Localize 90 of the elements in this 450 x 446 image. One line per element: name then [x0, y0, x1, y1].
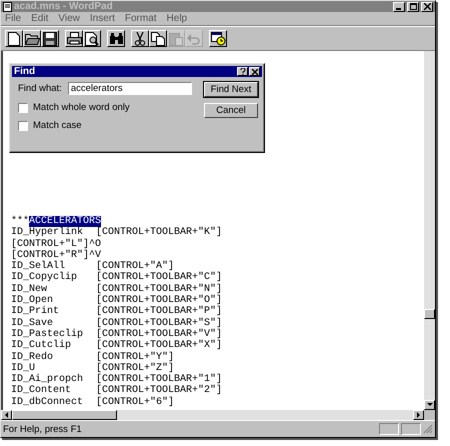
new-button[interactable]: [5, 30, 23, 47]
minimize-button[interactable]: [393, 2, 405, 12]
command-id: ID_Cutclip: [11, 340, 72, 352]
command-id: ID_Ai_propch: [11, 374, 84, 386]
command-id: ID_Redo: [11, 352, 54, 363]
menu-item[interactable]: Format: [124, 13, 157, 24]
maximize-icon: [410, 3, 416, 10]
save-button[interactable]: [41, 30, 59, 47]
key-binding: [CONTROL+TOOLBAR+"O"]: [96, 295, 222, 306]
vertical-scrollbar[interactable]: [424, 51, 435, 410]
command-id: ID_U: [11, 362, 36, 374]
command-id: ID_Hyperlink: [11, 227, 84, 238]
page-magnifier-icon: [85, 32, 99, 46]
horizontal-scrollbar[interactable]: [1, 410, 424, 420]
key-binding: [CONTROL+TOOLBAR+"N"]: [96, 284, 222, 295]
command-id: ID_SelAll: [11, 261, 66, 272]
find-what-label: Find what:: [18, 83, 62, 94]
close-icon: [424, 3, 430, 10]
copy-button[interactable]: [149, 30, 167, 47]
checkbox[interactable]: [18, 102, 28, 112]
clipboard-icon: [169, 32, 183, 46]
document-line: ***ACCELERATORS: [11, 216, 102, 227]
cut-button[interactable]: [131, 30, 149, 47]
menu-item[interactable]: File: [5, 13, 22, 24]
blank-page-icon: [8, 32, 20, 46]
key-binding: [CONTROL+"A"]: [96, 261, 174, 272]
document-line: [CONTROL+"R"]^V: [11, 250, 102, 261]
status-panel: [379, 423, 399, 435]
scroll-right-button[interactable]: [413, 410, 424, 420]
key-binding: [CONTROL+"6"]: [96, 396, 174, 408]
key-binding: [CONTROL+"Y"]: [96, 352, 174, 363]
maximize-button[interactable]: [407, 2, 419, 12]
status-text: For Help, press F1: [3, 424, 82, 434]
calendar-clock-icon: [210, 32, 226, 46]
preview-button[interactable]: [83, 30, 101, 47]
scissors-icon: [134, 32, 146, 46]
scroll-left-button[interactable]: [1, 410, 12, 420]
dialog-title: Find: [14, 66, 36, 77]
command-id: ID_Copyclip: [11, 272, 78, 284]
checkbox[interactable]: [18, 120, 28, 130]
find-what-field[interactable]: accelerators: [68, 82, 192, 95]
menu-item[interactable]: Edit: [31, 13, 48, 24]
binoculars-icon: [108, 32, 124, 44]
right-arrow-icon: [416, 412, 420, 418]
menu-item[interactable]: View: [58, 13, 80, 24]
key-binding: [CONTROL+TOOLBAR+"2"]: [96, 385, 222, 396]
close-button[interactable]: [249, 67, 260, 76]
key-binding: [CONTROL+TOOLBAR+"S"]: [96, 318, 222, 329]
scroll-down-button[interactable]: [424, 400, 435, 410]
command-id: ID_dbConnect: [11, 396, 84, 408]
curved-arrow-icon: [187, 32, 201, 44]
command-id: ID_Open: [11, 295, 54, 306]
command-id: ID_Save: [11, 318, 54, 329]
folder-icon: [24, 32, 40, 45]
key-binding: [CONTROL+TOOLBAR+"C"]: [96, 272, 222, 284]
resize-grip-icon: [423, 424, 433, 434]
document-line: [CONTROL+"L"]^O: [11, 238, 102, 250]
command-id: ID_New: [11, 284, 48, 295]
down-arrow-icon: [426, 403, 432, 407]
key-binding: [CONTROL+"Z"]: [96, 362, 174, 374]
key-binding: [CONTROL+TOOLBAR+"P"]: [96, 306, 222, 318]
checkbox-label: Match case: [33, 120, 82, 131]
checkbox-label: Match whole word only: [33, 102, 130, 113]
datetime-button[interactable]: [209, 30, 227, 47]
menu-item[interactable]: Help: [166, 13, 188, 24]
close-icon: [252, 68, 258, 74]
left-arrow-icon: [4, 412, 8, 418]
command-id: ID_Print: [11, 306, 60, 318]
printer-icon: [66, 32, 82, 45]
copy-pages-icon: [151, 32, 165, 46]
status-panel: [401, 423, 421, 435]
scroll-thumb[interactable]: [12, 410, 117, 420]
key-binding: [CONTROL+TOOLBAR+"X"]: [96, 340, 222, 352]
help-icon: [240, 68, 246, 75]
command-id: ID_Pasteclip: [11, 328, 84, 340]
scroll-thumb[interactable]: [424, 309, 435, 319]
window-title: acad.mns - WordPad: [14, 1, 113, 12]
find-button[interactable]: [107, 30, 125, 47]
print-button[interactable]: [65, 30, 83, 47]
document-icon: [3, 2, 12, 12]
find-next-button[interactable]: Find Next: [204, 82, 258, 97]
cancel-button[interactable]: Cancel: [204, 103, 258, 118]
key-binding: [CONTROL+TOOLBAR+"V"]: [96, 328, 222, 340]
key-binding: [CONTROL+TOOLBAR+"1"]: [96, 374, 222, 386]
help-button[interactable]: [237, 67, 248, 76]
command-id: ID_Content: [11, 385, 72, 396]
close-button[interactable]: [421, 2, 433, 12]
open-button[interactable]: [23, 30, 41, 47]
key-binding: [CONTROL+TOOLBAR+"K"]: [96, 227, 222, 238]
menu-item[interactable]: Insert: [90, 13, 115, 24]
